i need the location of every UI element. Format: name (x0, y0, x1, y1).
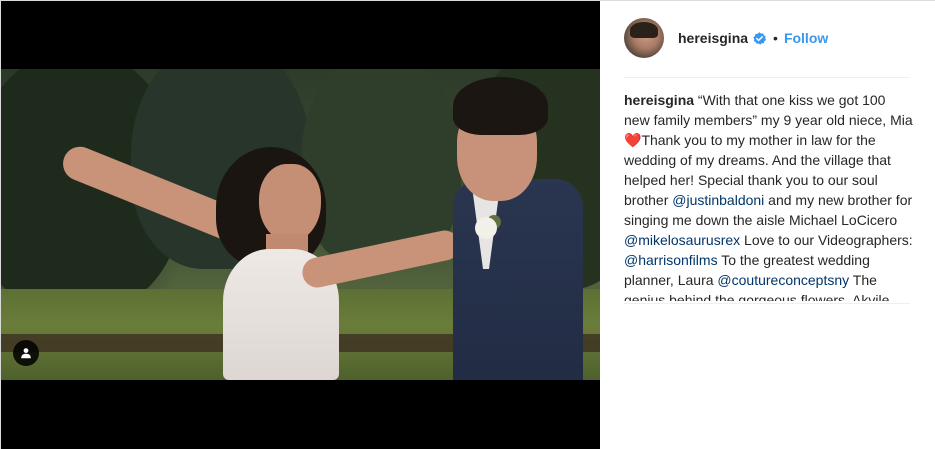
user-tag-button[interactable] (13, 340, 39, 366)
author-username[interactable]: hereisgina (678, 30, 748, 46)
header-separator: • (773, 30, 778, 46)
groom-hair (453, 77, 548, 135)
groom-suit (453, 179, 583, 380)
header-divider (624, 77, 910, 78)
boutonniere (475, 217, 497, 239)
caption-text: Love to our Videographers: (740, 232, 913, 248)
caption-divider (624, 303, 910, 304)
user-tag-icon (21, 348, 31, 359)
post-caption: hereisgina “With that one kiss we got 10… (624, 90, 914, 301)
follow-button[interactable]: Follow (784, 30, 828, 46)
heart-emoji-icon: ❤️ (624, 132, 642, 148)
post-side-panel: hereisgina • Follow hereisgina “With tha… (600, 1, 935, 449)
verified-badge-icon (753, 31, 767, 45)
bride-face (259, 164, 321, 242)
video-frame[interactable] (1, 69, 600, 380)
instagram-post: hereisgina • Follow hereisgina “With tha… (0, 0, 935, 449)
post-media[interactable] (1, 1, 600, 449)
caption-mention-link[interactable]: @coutureconceptsny (717, 272, 849, 288)
caption-mention-link[interactable]: @justinbaldoni (672, 192, 764, 208)
caption-username[interactable]: hereisgina (624, 92, 694, 108)
profile-avatar-icon[interactable] (624, 18, 664, 58)
caption-mention-link[interactable]: @mikelosaurusrex (624, 232, 740, 248)
caption-body: “With that one kiss we got 100 new famil… (624, 92, 913, 301)
caption-mention-link[interactable]: @harrisonfilms (624, 252, 718, 268)
post-header: hereisgina • Follow (624, 17, 910, 59)
